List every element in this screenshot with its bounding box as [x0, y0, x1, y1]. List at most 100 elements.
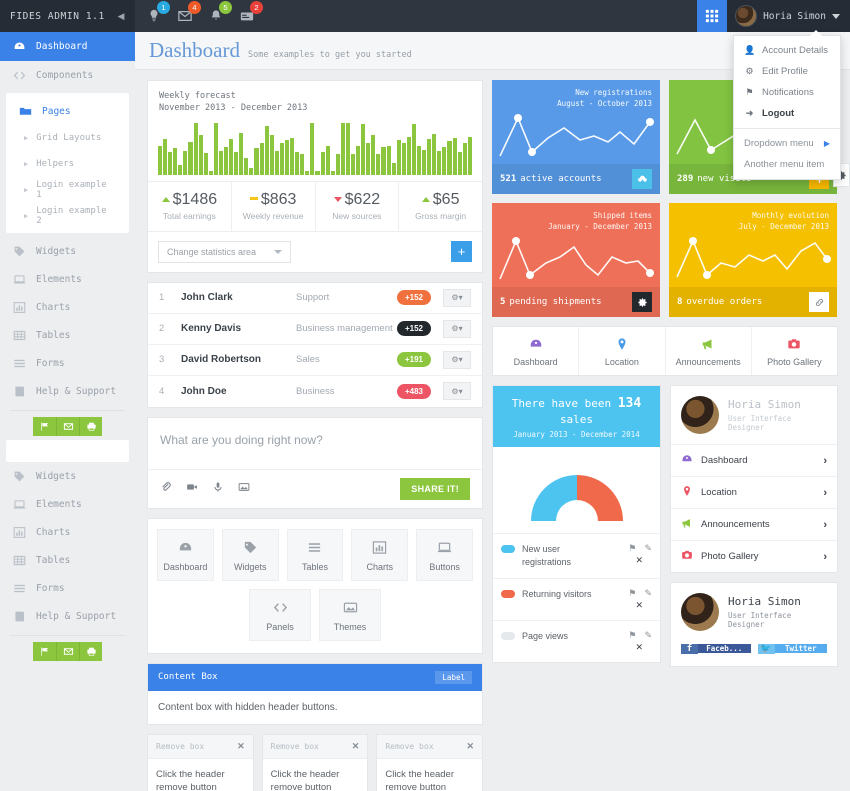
legend-item-returning-visitors[interactable]: Returning visitors ⚑ ✎ ✕ [493, 577, 660, 620]
row-actions-button[interactable]: ⚙▾ [443, 288, 471, 307]
close-icon[interactable]: ✕ [237, 741, 245, 752]
change-statistics-select[interactable]: Change statistics area [158, 240, 292, 263]
sidebar-item-widgets[interactable]: Widgets [0, 237, 135, 265]
quick-link-announcements[interactable]: Announcements [666, 327, 752, 375]
tile-dashboard[interactable]: Dashboard [157, 528, 214, 581]
flag-icon[interactable]: ⚑ [628, 630, 636, 641]
close-icon[interactable]: ✕ [635, 555, 643, 565]
lightbulb-icon[interactable]: 1 [143, 1, 170, 27]
print-icon[interactable] [79, 417, 102, 436]
row-actions-button[interactable]: ⚙▾ [443, 382, 471, 401]
cards-icon[interactable]: 2 [236, 1, 263, 27]
sidebar-item-tables[interactable]: Tables [0, 321, 135, 349]
sidebar-item-help-support-2[interactable]: Help & Support [0, 602, 135, 630]
sidebar-item-dashboard[interactable]: Dashboard [0, 32, 135, 61]
menu-item-edit-profile[interactable]: ⚙ Edit Profile [734, 61, 840, 82]
image-icon[interactable] [238, 481, 250, 496]
sidebar-subitem-helpers[interactable]: ▶ Helpers [6, 151, 129, 177]
sidebar-item-components[interactable]: Components [0, 61, 135, 89]
table-row[interactable]: 4 John Doe Business +483 ⚙▾ [148, 376, 482, 407]
profile-link-location[interactable]: Location › [671, 476, 837, 508]
menu-item-account-details[interactable]: 👤 Account Details [734, 40, 840, 61]
sidebar-subitem-login-example-1[interactable]: ▶ Login example 1 [6, 177, 129, 203]
kpi-box-shipments[interactable]: Shipped items January - December 2013 5 … [492, 203, 660, 317]
edit-icon[interactable]: ✎ [644, 543, 652, 554]
sidebar-subitem-login-example-2[interactable]: ▶ Login example 2 [6, 203, 129, 229]
kpi-footer: 521 active accounts [492, 164, 660, 194]
profile-link-dashboard[interactable]: Dashboard › [671, 444, 837, 476]
menu-item-dropdown-menu[interactable]: Dropdown menu ▶ [734, 133, 840, 154]
edit-icon[interactable]: ✎ [644, 630, 652, 641]
quick-link-dashboard[interactable]: Dashboard [493, 327, 580, 375]
kpi-box-orders[interactable]: Monthly evolution July - December 2013 8… [669, 203, 837, 317]
flag-icon[interactable] [33, 642, 56, 661]
close-icon[interactable]: ✕ [635, 642, 643, 652]
menu-item-another[interactable]: Another menu item [734, 154, 840, 175]
tile-themes[interactable]: Themes [319, 588, 381, 641]
facebook-button[interactable]: f Faceb... [681, 641, 751, 656]
sidebar-item-tables-2[interactable]: Tables [0, 546, 135, 574]
table-row[interactable]: 1 John Clark Support +152 ⚙▾ [148, 283, 482, 314]
cloud-download-icon[interactable] [632, 169, 652, 189]
sidebar-subitem-grid-layouts[interactable]: ▶ Grid Layouts [6, 125, 129, 151]
flag-icon[interactable] [33, 417, 56, 436]
twitter-button[interactable]: 🐦 Twitter [757, 641, 827, 656]
quick-link-photo-gallery[interactable]: Photo Gallery [752, 327, 837, 375]
microphone-icon[interactable] [212, 481, 224, 496]
user-dropdown-menu[interactable]: 👤 Account Details ⚙ Edit Profile ⚑ Notif… [733, 30, 841, 180]
sidebar-item-forms-2[interactable]: Forms [0, 574, 135, 602]
inbox-icon[interactable] [56, 417, 79, 436]
user-menu-button[interactable]: Horia Simon [727, 0, 850, 32]
close-icon[interactable]: ✕ [352, 741, 360, 752]
add-statistic-button[interactable]: + [451, 241, 472, 263]
sidebar-item-charts-2[interactable]: Charts [0, 518, 135, 546]
legend-item-new-users[interactable]: New user registrations ⚑ ✎ ✕ [493, 533, 660, 577]
forecast-bar [208, 171, 213, 175]
inbox-icon[interactable] [56, 642, 79, 661]
status-input[interactable]: What are you doing right now? [148, 418, 482, 469]
profile-link-announcements[interactable]: Announcements › [671, 508, 837, 540]
tile-widgets[interactable]: Widgets [221, 528, 279, 581]
gear-icon[interactable] [632, 292, 652, 312]
sidebar-item-elements[interactable]: Elements [0, 265, 135, 293]
link-icon[interactable] [809, 292, 829, 312]
close-icon[interactable]: ✕ [466, 741, 474, 752]
tile-label: Dashboard [163, 561, 208, 572]
tile-charts[interactable]: Charts [351, 528, 409, 581]
attach-icon[interactable] [160, 481, 172, 496]
sidebar-item-charts[interactable]: Charts [0, 293, 135, 321]
share-button[interactable]: SHARE IT! [400, 477, 470, 500]
kpi-box-registrations[interactable]: New registrations August - October 2013 … [492, 80, 660, 194]
grid-apps-icon[interactable] [697, 0, 728, 32]
edit-icon[interactable]: ✎ [644, 588, 652, 599]
tile-panels[interactable]: Panels [249, 588, 311, 641]
close-icon[interactable]: ✕ [635, 600, 643, 610]
table-row[interactable]: 2 Kenny Davis Business management +152 ⚙… [148, 314, 482, 345]
bell-icon[interactable]: 5 [205, 1, 232, 27]
sidebar-item-elements-2[interactable]: Elements [0, 490, 135, 518]
sidebar-collapse-button[interactable]: ◀ [107, 0, 135, 32]
sidebar-item-widgets-2[interactable]: Widgets [0, 462, 135, 490]
menu-item-notifications[interactable]: ⚑ Notifications [734, 82, 840, 103]
tile-tables[interactable]: Tables [286, 528, 344, 581]
tile-buttons[interactable]: Buttons [416, 528, 473, 581]
table-row[interactable]: 3 David Robertson Sales +191 ⚙▾ [148, 345, 482, 376]
sidebar-item-help-support[interactable]: Help & Support [0, 377, 135, 405]
video-icon[interactable] [186, 481, 198, 496]
profile-link-photo-gallery[interactable]: Photo Gallery › [671, 540, 837, 572]
sidebar-item-pages[interactable]: Pages [6, 97, 129, 125]
flag-icon[interactable]: ⚑ [628, 588, 636, 599]
quick-link-location[interactable]: Location [579, 327, 666, 375]
legend-item-page-views[interactable]: Page views ⚑ ✎ ✕ [493, 619, 660, 662]
sidebar-item-forms[interactable]: Forms [0, 349, 135, 377]
print-icon[interactable] [79, 642, 102, 661]
flag-icon[interactable]: ⚑ [628, 543, 636, 554]
forecast-subtitle: November 2013 - December 2013 [159, 103, 308, 114]
envelope-icon[interactable]: 4 [174, 1, 201, 27]
row-actions-button[interactable]: ⚙▾ [443, 350, 471, 369]
sidebar-item-label: Pages [42, 105, 71, 117]
menu-item-logout[interactable]: ➜ Logout [734, 103, 840, 124]
row-role: Support [296, 292, 330, 304]
brand-logo[interactable]: FIDES ADMIN 1.1 [0, 0, 107, 32]
row-actions-button[interactable]: ⚙▾ [443, 319, 471, 338]
